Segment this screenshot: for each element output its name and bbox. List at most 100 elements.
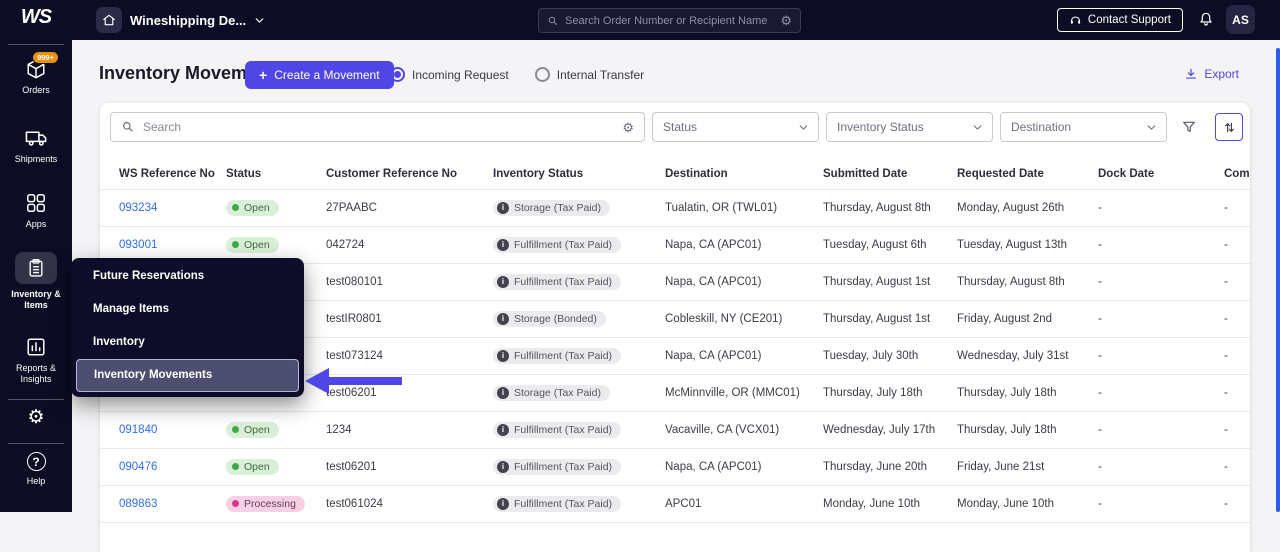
customer-reference-cell: test061024 — [326, 485, 493, 522]
status-badge: Open — [226, 459, 279, 475]
chevron-down-icon — [1145, 121, 1158, 134]
dock-date-cell: - — [1098, 189, 1224, 226]
completed-date-cell: - — [1224, 448, 1250, 485]
export-button[interactable]: Export — [1184, 67, 1239, 81]
headset-icon — [1069, 14, 1082, 27]
inventory-status-badge: iFulfillment (Tax Paid) — [493, 459, 621, 475]
destination-cell: Napa, CA (APC01) — [665, 226, 823, 263]
destination-filter-select[interactable]: Destination — [1000, 112, 1167, 142]
vertical-scrollbar[interactable] — [1276, 48, 1280, 512]
ws-reference-link[interactable]: 090476 — [119, 461, 157, 473]
dock-date-cell: - — [1098, 263, 1224, 300]
submitted-date-cell: Tuesday, July 30th — [823, 337, 957, 374]
search-settings-icon[interactable]: ⚙ — [622, 121, 634, 134]
search-settings-icon[interactable]: ⚙ — [780, 14, 792, 27]
inventory-status-cell: iFulfillment (Tax Paid) — [493, 337, 665, 374]
ws-reference-link[interactable]: 093001 — [119, 239, 157, 251]
sidebar-item-orders[interactable]: 999+ Orders — [0, 58, 72, 96]
radio-internal-transfer[interactable]: Internal Transfer — [535, 67, 644, 82]
notifications-button[interactable] — [1198, 11, 1214, 27]
dock-date-cell: - — [1098, 226, 1224, 263]
table-header-row: WS Reference NoStatusCustomer Reference … — [100, 159, 1250, 189]
sidebar-item-help[interactable]: ? Help — [0, 452, 72, 487]
completed-date-cell: - — [1224, 226, 1250, 263]
submitted-date-cell: Tuesday, August 6th — [823, 226, 957, 263]
sidebar-item-shipments[interactable]: Shipments — [0, 126, 72, 165]
ws-reference-link[interactable]: 091840 — [119, 424, 157, 436]
ws-reference-link[interactable]: 093234 — [119, 202, 157, 214]
table-search: ⚙ — [110, 112, 645, 142]
sidebar-item-label: Inventory & Items — [5, 289, 67, 312]
chevron-down-icon — [971, 121, 984, 134]
avatar[interactable]: AS — [1226, 5, 1255, 34]
contact-support-label: Contact Support — [1088, 14, 1171, 26]
reports-icon — [25, 336, 47, 358]
completed-date-cell: - — [1224, 337, 1250, 374]
info-icon: i — [497, 387, 509, 399]
info-icon: i — [497, 239, 509, 251]
table-search-input[interactable] — [143, 120, 614, 134]
contact-support-button[interactable]: Contact Support — [1057, 8, 1183, 32]
ws-reference-cell: 091840 — [100, 411, 226, 448]
menu-item-inventory[interactable]: Inventory — [71, 326, 304, 359]
radio-label: Incoming Request — [412, 68, 509, 82]
requested-date-cell: Tuesday, August 13th — [957, 226, 1098, 263]
funnel-icon — [1181, 119, 1197, 135]
ws-reference-link[interactable]: 089863 — [119, 498, 157, 510]
create-movement-button[interactable]: + Create a Movement — [245, 61, 394, 89]
inventory-status-badge: iFulfillment (Tax Paid) — [493, 422, 621, 438]
sidebar-item-inventory-items[interactable]: Inventory & Items — [0, 252, 72, 312]
apps-icon — [25, 192, 47, 214]
submitted-date-cell: Thursday, July 18th — [823, 374, 957, 411]
sidebar-item-label: Orders — [5, 85, 67, 96]
menu-item-future-reservations[interactable]: Future Reservations — [71, 260, 304, 293]
inventory-menu-popup: Future Reservations Manage Items Invento… — [71, 258, 304, 397]
info-icon: i — [497, 498, 509, 510]
home-button[interactable] — [96, 7, 122, 33]
requested-date-cell: Thursday, July 18th — [957, 411, 1098, 448]
customer-reference-cell: 27PAABC — [326, 189, 493, 226]
export-label: Export — [1204, 67, 1239, 81]
submitted-date-cell: Thursday, August 1st — [823, 300, 957, 337]
search-icon — [547, 15, 559, 27]
radio-incoming-request[interactable]: Incoming Request — [390, 67, 509, 82]
orders-count-badge: 999+ — [32, 51, 59, 64]
help-icon: ? — [27, 452, 46, 471]
sidebar-item-apps[interactable]: Apps — [0, 192, 72, 230]
divider — [8, 44, 64, 45]
top-header: Wineshipping De... ⚙ Contact Support AS — [0, 0, 1280, 40]
inventory-status-cell: iFulfillment (Tax Paid) — [493, 226, 665, 263]
status-dot — [232, 204, 239, 211]
ws-reference-cell: 089863 — [100, 485, 226, 522]
menu-item-manage-items[interactable]: Manage Items — [71, 293, 304, 326]
bell-icon — [1198, 11, 1214, 27]
account-switcher[interactable]: Wineshipping De... — [130, 0, 266, 40]
status-cell: Open — [226, 411, 326, 448]
info-icon: i — [497, 350, 509, 362]
chevron-down-icon — [797, 121, 810, 134]
status-cell: Processing — [226, 485, 326, 522]
sidebar-item-reports-insights[interactable]: Reports & Insights — [0, 336, 72, 386]
completed-date-cell: - — [1224, 374, 1250, 411]
inventory-status-cell: iStorage (Bonded) — [493, 300, 665, 337]
brand-logo[interactable]: WS — [0, 6, 72, 29]
global-search-input[interactable] — [565, 15, 774, 27]
search-icon — [121, 120, 135, 134]
requested-date-cell: Thursday, August 8th — [957, 263, 1098, 300]
completed-date-cell: - — [1224, 411, 1250, 448]
info-icon: i — [497, 276, 509, 288]
destination-cell: APC01 — [665, 485, 823, 522]
inventory-status-badge: iStorage (Bonded) — [493, 311, 606, 327]
requested-date-cell: Wednesday, July 31st — [957, 337, 1098, 374]
menu-item-inventory-movements[interactable]: Inventory Movements — [76, 359, 299, 392]
submitted-date-cell: Thursday, August 1st — [823, 263, 957, 300]
sort-button[interactable] — [1215, 113, 1243, 141]
filter-button[interactable] — [1174, 112, 1204, 142]
inventory-status-badge: iFulfillment (Tax Paid) — [493, 274, 621, 290]
annotation-arrow — [305, 368, 403, 394]
status-filter-select[interactable]: Status — [652, 112, 819, 142]
info-icon: i — [497, 461, 509, 473]
submitted-date-cell: Thursday, June 20th — [823, 448, 957, 485]
sidebar-item-settings[interactable]: ⚙ — [0, 408, 72, 427]
inventory-status-filter-select[interactable]: Inventory Status — [826, 112, 993, 142]
